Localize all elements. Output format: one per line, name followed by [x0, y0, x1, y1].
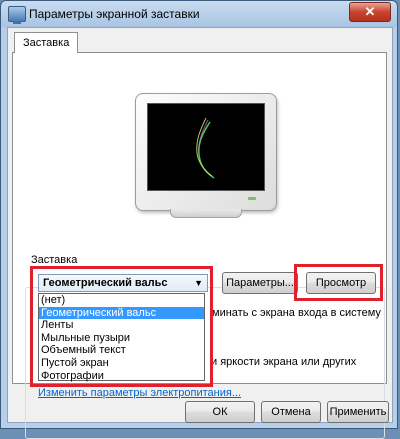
dropdown-option[interactable]: Пустой экран — [39, 357, 204, 370]
screensaver-preview-graphic — [196, 117, 215, 179]
monitor-frame — [135, 93, 277, 211]
resume-label: минать с экрана входа в систему — [212, 307, 381, 319]
dropdown-option[interactable]: Ленты — [39, 319, 204, 332]
close-icon: ✕ — [364, 4, 376, 19]
screensaver-select[interactable]: Геометрический вальс ▼ — [38, 274, 208, 292]
chevron-down-icon[interactable]: ▼ — [194, 275, 203, 291]
title-bar[interactable]: Параметры экранной заставки ✕ — [1, 1, 399, 27]
power-led — [248, 197, 256, 200]
dropdown-option[interactable]: (нет) — [39, 294, 204, 307]
cancel-button[interactable]: Отмена — [261, 401, 321, 423]
settings-button[interactable]: Параметры... — [222, 272, 298, 294]
dropdown-option[interactable]: Мыльные пузыри — [39, 332, 204, 345]
change-power-settings-link[interactable]: Изменить параметры электропитания... — [38, 387, 241, 399]
window-title: Параметры экранной заставки — [29, 7, 200, 21]
dialog-client-area: Заставка Заставка Геометрический вальс ▼… — [7, 27, 393, 439]
power-description: и яркости экрана или других — [211, 356, 357, 368]
dropdown-option-selected[interactable]: Геометрический вальс — [39, 306, 204, 320]
dropdown-option[interactable]: Фотографии — [39, 370, 204, 383]
close-button[interactable]: ✕ — [349, 2, 391, 22]
apply-button[interactable]: Применить — [327, 401, 389, 423]
screensaver-group-label: Заставка — [28, 254, 81, 266]
dropdown-option[interactable]: Объемный текст — [39, 344, 204, 357]
screensaver-settings-window: Параметры экранной заставки ✕ Заставка З… — [0, 0, 399, 439]
tab-screensaver[interactable]: Заставка — [14, 32, 79, 53]
display-settings-icon — [8, 6, 26, 24]
screensaver-dropdown-list[interactable]: (нет) Геометрический вальс Ленты Мыльные… — [38, 293, 205, 383]
preview-button[interactable]: Просмотр — [306, 272, 376, 294]
ok-button[interactable]: ОК — [185, 401, 255, 423]
monitor-stand — [170, 209, 242, 218]
screensaver-select-value: Геометрический вальс — [43, 277, 168, 289]
monitor-preview — [135, 93, 277, 219]
preview-screen — [147, 103, 265, 191]
